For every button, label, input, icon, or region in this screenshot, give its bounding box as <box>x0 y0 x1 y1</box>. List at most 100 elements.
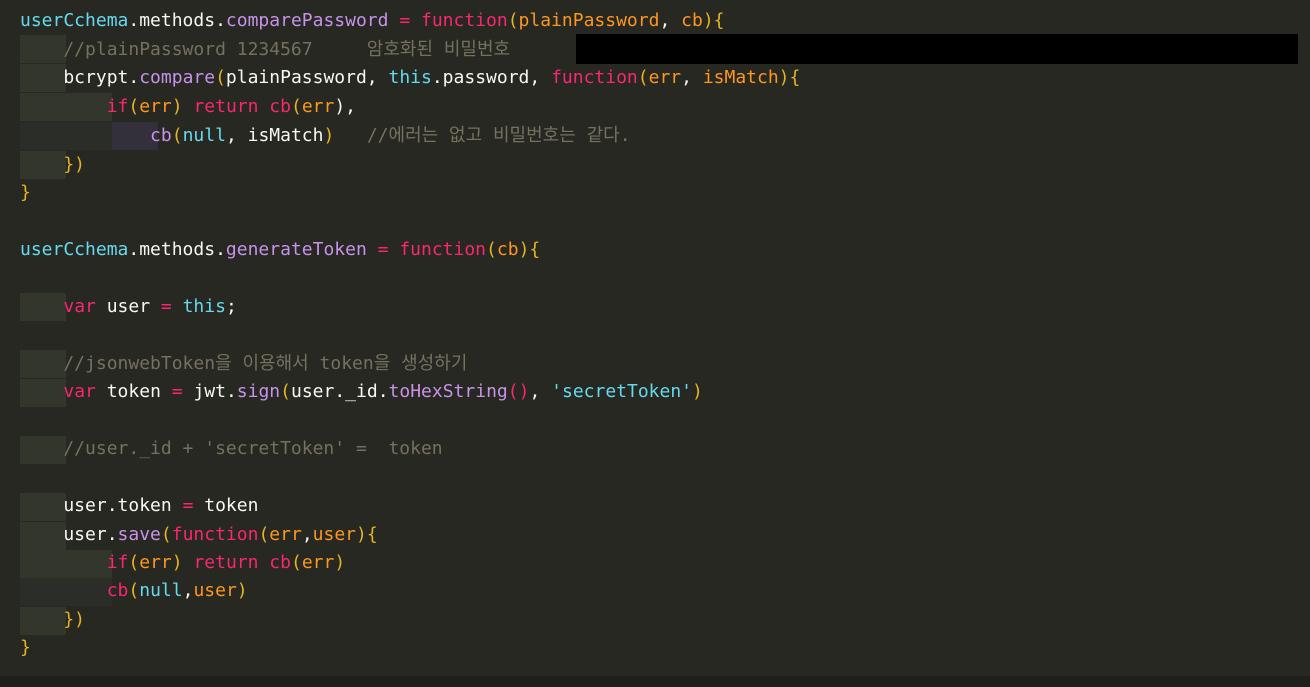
code-token: }) <box>20 609 86 630</box>
code-token: ){ <box>778 67 801 88</box>
code-token: generateToken <box>225 239 367 260</box>
code-token: return <box>193 552 270 573</box>
code-token: var <box>63 296 107 317</box>
code-token: user <box>193 580 237 601</box>
code-token: this <box>182 296 226 317</box>
code-token: ) <box>334 552 346 573</box>
code-line[interactable]: userCchema.methods.generateToken = funct… <box>20 236 540 264</box>
code-token: user <box>312 524 357 545</box>
code-token: = <box>160 296 183 317</box>
code-token: err <box>139 96 172 117</box>
code-token: token <box>106 381 172 402</box>
code-token: }) <box>20 154 86 175</box>
code-token: ) <box>323 125 335 146</box>
code-line[interactable]: }) <box>20 606 85 634</box>
code-token: , <box>529 381 552 402</box>
code-token: , <box>659 10 682 31</box>
code-token: = <box>366 239 400 260</box>
code-token: err <box>269 524 302 545</box>
code-token: comparePassword <box>225 10 389 31</box>
code-token: bcrypt. <box>20 67 140 88</box>
code-line[interactable]: //user._id + 'secretToken' = token <box>20 435 443 463</box>
code-token: ), <box>334 96 357 117</box>
code-token: = <box>182 495 205 516</box>
code-line[interactable]: bcrypt.compare(plainPassword, this.passw… <box>20 64 800 92</box>
code-token: = <box>388 10 421 31</box>
code-token: ){ <box>702 10 725 31</box>
code-token: var <box>63 381 107 402</box>
code-token: ( <box>290 552 302 573</box>
code-token: jwt. <box>193 381 237 402</box>
code-token: ( <box>486 239 497 260</box>
code-token: user <box>106 296 161 317</box>
code-token: ) <box>171 96 194 117</box>
code-editor[interactable]: userCchema.methods. comparePassword = fun… <box>0 0 1310 676</box>
code-token: plainPassword, <box>225 67 389 88</box>
code-token: err <box>648 67 682 88</box>
code-token: function <box>399 239 487 260</box>
code-token: err <box>139 552 172 573</box>
code-token: cb <box>269 96 291 117</box>
code-token: ( <box>160 524 172 545</box>
code-line[interactable]: if(err) return cb(err), <box>20 93 356 121</box>
code-token: 'secretToken' <box>551 381 693 402</box>
code-token: cb <box>269 552 291 573</box>
code-token: if <box>106 552 129 573</box>
code-token: ( <box>215 67 226 88</box>
code-line[interactable]: }) <box>20 151 85 179</box>
code-token: function <box>551 67 638 88</box>
code-token: } <box>20 182 31 203</box>
code-line[interactable]: cb(null, isMatch) //에러는 없고 비밀번호는 같다. <box>20 122 631 150</box>
code-token: cb <box>496 239 519 260</box>
code-line[interactable]: //plainPassword 1234567 암호화된 비밀번호 <box>20 36 510 64</box>
code-line[interactable]: user.save(function(err,user){ <box>20 521 377 549</box>
code-token: user. <box>20 524 118 545</box>
code-line[interactable]: var token = jwt.sign(user._id.toHexStrin… <box>20 378 703 406</box>
code-line[interactable]: //jsonwebToken을 이용해서 token을 생성하기 <box>20 350 467 378</box>
code-token: err <box>301 96 335 117</box>
editor-bottom-edge <box>0 676 1310 687</box>
code-token: ( <box>171 125 183 146</box>
code-token: .password, <box>431 67 552 88</box>
code-token: save <box>117 524 161 545</box>
code-token: cb <box>106 580 129 601</box>
code-token: ( <box>637 67 649 88</box>
code-token: ) <box>236 580 248 601</box>
code-token: //jsonwebToken을 이용해서 token을 생성하기 <box>20 353 468 374</box>
code-token: ( <box>128 552 140 573</box>
code-token: null <box>182 125 226 146</box>
code-token: sign <box>236 381 281 402</box>
code-token: cb <box>681 10 703 31</box>
code-line[interactable]: var user = this; <box>20 293 237 321</box>
code-token: //에러는 없고 비밀번호는 같다. <box>334 125 631 146</box>
code-token: ( <box>280 381 291 402</box>
code-token: , <box>182 580 194 601</box>
code-token: ; <box>225 296 237 317</box>
code-token: if <box>106 96 129 117</box>
code-token: function <box>171 524 259 545</box>
code-token: ) <box>171 552 194 573</box>
code-token: .methods. <box>128 239 226 260</box>
code-token: //plainPassword 1234567 암호화된 비밀번호 <box>20 39 511 60</box>
redaction-block <box>576 34 1298 64</box>
code-line[interactable]: userCchema.methods.comparePassword = fun… <box>20 7 725 35</box>
code-line[interactable]: cb(null,user) <box>20 577 248 605</box>
code-token: ){ <box>518 239 541 260</box>
code-token: cb <box>150 125 172 146</box>
code-token: plainPassword <box>518 10 660 31</box>
code-line[interactable]: user.token = token <box>20 492 258 520</box>
code-token: return <box>193 96 270 117</box>
code-token: = <box>171 381 194 402</box>
code-token: user._id. <box>291 381 389 402</box>
code-token: compare <box>139 67 216 88</box>
code-line[interactable]: if(err) return cb(err) <box>20 549 345 577</box>
code-token: //user._id + 'secretToken' = token <box>20 438 443 459</box>
code-token: ( <box>258 524 270 545</box>
code-line[interactable]: } <box>20 179 31 207</box>
code-token: ( <box>128 96 140 117</box>
code-line[interactable]: } <box>20 634 31 662</box>
code-token: userCchema <box>20 239 129 260</box>
